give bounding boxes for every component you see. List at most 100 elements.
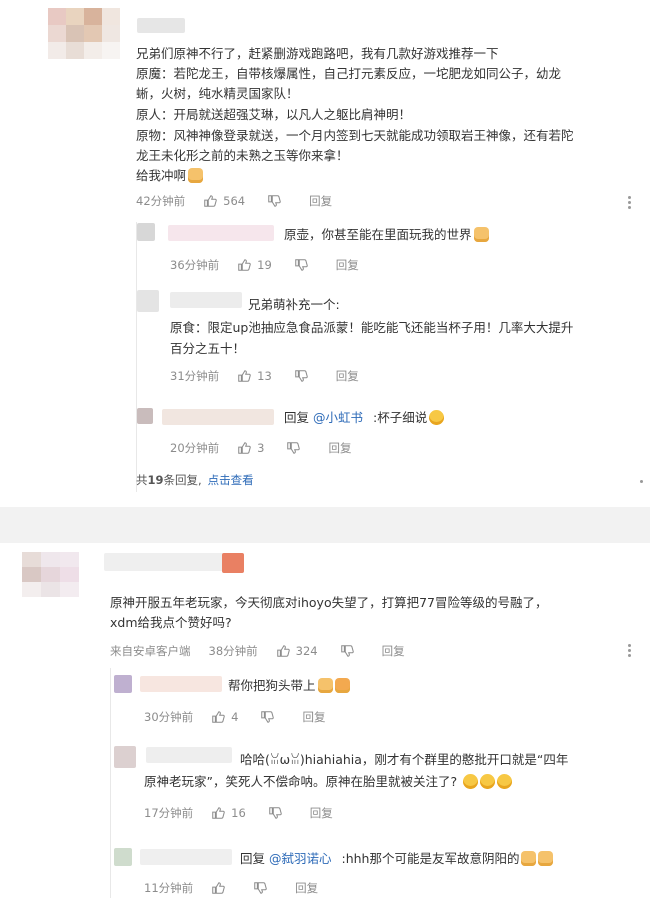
username[interactable] [137, 18, 185, 33]
reply-username[interactable] [146, 747, 232, 763]
reply-username[interactable] [168, 225, 274, 241]
doge-emoji-icon [188, 168, 204, 183]
laughing-crying-emoji-icon [497, 774, 513, 789]
like-button[interactable]: 16 [211, 806, 246, 820]
reply-text: 原神老玩家”，笑死人不偿命呐。原神在胎里就被关注了? [144, 772, 513, 792]
reply-button[interactable]: 回复 [336, 257, 359, 273]
like-button[interactable]: 3 [237, 441, 264, 455]
grin-emoji-icon [429, 410, 445, 425]
mention-link[interactable]: @小虹书 [313, 410, 363, 425]
reply-button[interactable]: 回复 [309, 193, 332, 209]
avatar[interactable] [22, 552, 79, 598]
reply-text: 帮你把狗头带上 [228, 676, 350, 696]
reply-text: 百分之五十！ [170, 341, 246, 356]
laughing-crying-emoji-icon [463, 774, 479, 789]
comment-line: 原人：开局就送超强艾琳，以凡人之躯比肩神明！ [136, 107, 412, 122]
source-label: 来自安卓客户端 [110, 644, 191, 658]
reply-username[interactable] [170, 292, 242, 308]
comment-line: 给我冲啊 [136, 166, 204, 186]
reply-prefix: 兄弟萌补充一个: [248, 297, 340, 312]
dislike-button[interactable] [294, 258, 314, 272]
reply-text: 原食：限定up池抽应急食品派蒙！能吃能飞还能当杯子用！几率大大提升 [170, 320, 574, 335]
thumbs-down-icon [295, 370, 308, 382]
collapse-icon[interactable] [640, 478, 644, 485]
dislike-button[interactable] [294, 369, 314, 383]
mention-link[interactable]: @弑羽诺心 [269, 851, 332, 866]
avatar[interactable] [48, 8, 120, 60]
like-count: 16 [231, 806, 246, 820]
reply-username[interactable] [162, 409, 274, 425]
comment-meta: 42分钟前 564 回复 [136, 193, 354, 209]
reply-avatar[interactable] [137, 408, 153, 424]
reply-meta: 30分钟前 4 回复 [144, 709, 347, 725]
thumbs-down-icon [287, 442, 301, 454]
reply-button[interactable]: 回复 [382, 643, 405, 659]
like-count: 13 [257, 369, 272, 383]
reply-avatar[interactable] [137, 223, 155, 241]
reply-text: 哈哈(ꈍωꈍ)hiahiahia，刚才有个群里的憨批开口就是“四年 [240, 752, 569, 767]
timestamp: 38分钟前 [208, 644, 258, 658]
reply-button[interactable]: 回复 [295, 880, 318, 896]
reply-text: 回复 @小虹书 :杯子细说 [284, 408, 445, 428]
reply-avatar[interactable] [114, 675, 132, 693]
comment-meta: 来自安卓客户端 38分钟前 324 回复 [110, 643, 427, 659]
dislike-button[interactable] [267, 194, 287, 208]
reply-avatar[interactable] [114, 746, 136, 768]
comment-line: 原物：风神神像登录就送，一个月内签到七天就能成功领取岩王神像，还有若陀 [136, 128, 574, 143]
reply-avatar[interactable] [137, 290, 159, 312]
reply-thread-line [110, 668, 111, 898]
reply-button[interactable]: 回复 [302, 709, 325, 725]
thumbs-down-icon [340, 645, 354, 657]
like-button[interactable]: 324 [276, 644, 318, 658]
user-badge-icon [222, 553, 244, 573]
like-count: 324 [295, 644, 318, 658]
reply-count: 19 [147, 473, 164, 487]
reply-button[interactable]: 回复 [336, 368, 359, 384]
like-count: 564 [223, 194, 246, 208]
reply-count-summary: 共 19 条回复, 点击查看 [136, 472, 254, 488]
timestamp: 11分钟前 [144, 881, 194, 895]
thumbs-down-icon [295, 259, 308, 271]
like-button[interactable]: 13 [237, 369, 272, 383]
thumbs-up-icon [238, 370, 251, 382]
reply-meta: 17分钟前 16 回复 [144, 805, 355, 821]
like-count: 3 [257, 441, 265, 455]
like-count: 4 [231, 710, 239, 724]
reply-button[interactable]: 回复 [328, 440, 351, 456]
doge-emoji-icon [521, 851, 537, 866]
dislike-button[interactable] [286, 441, 306, 455]
comment-line: xdm给我点个赞好吗? [110, 615, 232, 630]
thumbs-up-icon [212, 807, 225, 819]
doge-emoji-icon [473, 227, 489, 242]
thumbs-up-icon [238, 442, 251, 454]
thumbs-down-icon [254, 882, 267, 894]
dislike-button[interactable] [268, 806, 288, 820]
thumbs-down-icon [269, 807, 282, 819]
reply-username[interactable] [140, 849, 232, 865]
comment-line: 龙王未化形之前的未熟之玉等你来拿！ [136, 148, 349, 163]
dislike-button[interactable] [260, 710, 280, 724]
view-replies-link[interactable]: 点击查看 [208, 472, 254, 488]
dislike-button[interactable] [340, 644, 360, 658]
dislike-button[interactable] [253, 881, 273, 895]
more-options-icon[interactable] [628, 194, 632, 211]
reply-username[interactable] [140, 676, 222, 692]
laughing-crying-emoji-icon [480, 774, 496, 789]
more-options-icon[interactable] [628, 642, 632, 659]
section-divider [0, 507, 650, 543]
like-button[interactable]: 564 [203, 194, 245, 208]
doge-emoji-icon [317, 678, 333, 693]
like-button[interactable] [211, 881, 231, 895]
timestamp: 31分钟前 [170, 369, 220, 383]
reply-avatar[interactable] [114, 848, 132, 866]
like-button[interactable]: 4 [211, 710, 238, 724]
reply-text: 回复 @弑羽诺心 :hhh那个可能是友军故意阴阳的 [240, 849, 554, 869]
comment-line: 兄弟们原神不行了，赶紧删游戏跑路吧，我有几款好游戏推荐一下 [136, 46, 499, 61]
thumbs-down-icon [261, 711, 275, 723]
thumbs-up-icon [212, 882, 225, 894]
comment-line: 原神开服五年老玩家，今天彻底对ihoyo失望了，打算把77冒险等级的号融了， [110, 595, 548, 610]
reply-meta: 11分钟前 回复 [144, 880, 340, 896]
reply-meta: 31分钟前 13 回复 [170, 368, 381, 384]
like-button[interactable]: 19 [237, 258, 272, 272]
reply-button[interactable]: 回复 [310, 805, 333, 821]
